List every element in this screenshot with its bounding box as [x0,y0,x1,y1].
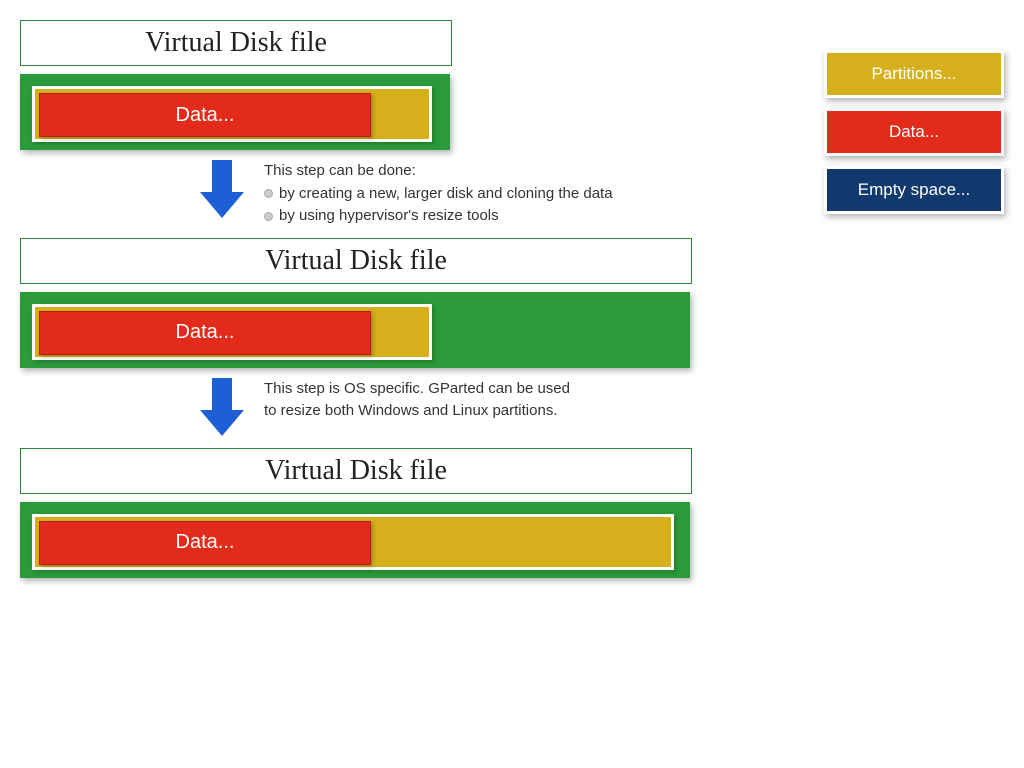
step2-line2: to resize both Windows and Linux partiti… [264,402,558,419]
step2-text: This step is OS specific. GParted can be… [264,378,570,423]
stage1-data: Data... [39,93,371,137]
bullet-icon [264,189,273,198]
step1-bullet1: by creating a new, larger disk and cloni… [279,185,613,202]
stage3-data: Data... [39,521,371,565]
main-diagram-column: Virtual Disk file Data... This step can … [20,20,690,578]
step1-bullet2: by using hypervisor's resize tools [279,207,499,224]
stage1-disk: Data... [20,74,450,150]
legend-empty: Empty space... [824,166,1004,214]
stage2-partition: Data... [32,304,432,360]
stage3-title: Virtual Disk file [20,448,692,494]
stage1-partition: Data... [32,86,432,142]
stage3-disk: Data... [20,502,690,578]
step1-intro: This step can be done: [264,162,416,179]
stage2-title: Virtual Disk file [20,238,692,284]
arrow-down-icon [200,160,244,220]
bullet-icon [264,212,273,221]
legend-data: Data... [824,108,1004,156]
legend-partitions: Partitions... [824,50,1004,98]
step1-row: This step can be done: by creating a new… [200,160,690,228]
stage2-disk: Data... [20,292,690,368]
step2-line1: This step is OS specific. GParted can be… [264,380,570,397]
stage1-title: Virtual Disk file [20,20,452,66]
stage2-data: Data... [39,311,371,355]
step1-text: This step can be done: by creating a new… [264,160,613,228]
step2-row: This step is OS specific. GParted can be… [200,378,690,438]
legend: Partitions... Data... Empty space... [824,50,1004,224]
arrow-down-icon [200,378,244,438]
stage3-partition: Data... [32,514,674,570]
